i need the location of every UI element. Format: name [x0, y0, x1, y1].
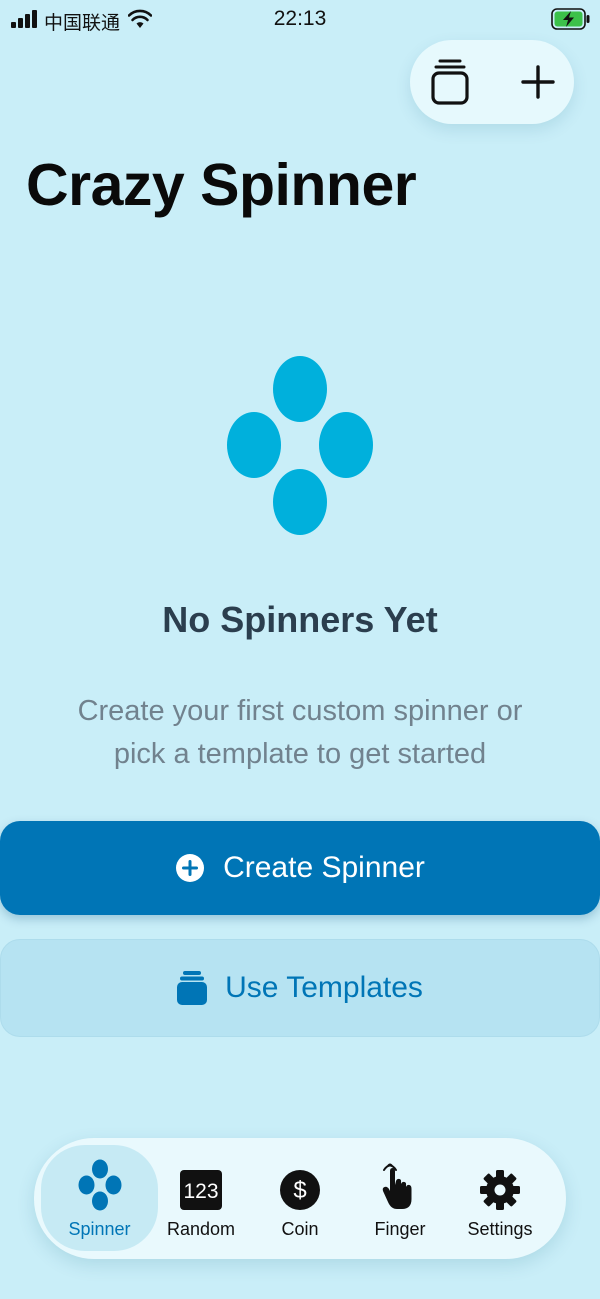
- use-templates-button[interactable]: Use Templates: [0, 939, 600, 1037]
- random-icon-text: 123: [183, 1180, 218, 1203]
- plus-icon: [521, 65, 555, 99]
- empty-state-description: Create your first custom spinner or pick…: [60, 690, 540, 776]
- plus-circle-icon: [175, 853, 205, 883]
- stack-icon: [431, 59, 469, 105]
- hand-tap-icon: [370, 1159, 430, 1211]
- add-spinner-button[interactable]: [513, 57, 563, 107]
- create-spinner-button[interactable]: Create Spinner: [0, 821, 600, 915]
- templates-button[interactable]: [425, 57, 475, 107]
- stack-icon: [177, 970, 208, 1006]
- spinner-logo-icon: [227, 356, 373, 535]
- page-title: Crazy Spinner: [26, 152, 417, 218]
- battery-charging-icon: [551, 8, 590, 30]
- coin-icon-text: $: [293, 1177, 306, 1204]
- empty-state-heading: No Spinners Yet: [162, 599, 438, 640]
- tab-random[interactable]: 123 Random: [149, 1145, 253, 1251]
- tab-finger[interactable]: Finger: [348, 1145, 452, 1251]
- create-spinner-label: Create Spinner: [223, 851, 425, 884]
- tab-coin[interactable]: $ Coin: [248, 1145, 352, 1251]
- tab-label-coin: Coin: [281, 1219, 319, 1239]
- bottom-tab-bar: Spinner 123 Random $ Coin Finger Setting…: [34, 1138, 566, 1259]
- status-bar: 中国联通 22:13: [0, 0, 600, 40]
- tab-spinner[interactable]: Spinner: [41, 1145, 158, 1251]
- top-action-bar: [410, 40, 574, 124]
- tab-label-random: Random: [166, 1219, 236, 1239]
- gear-icon: [470, 1159, 530, 1211]
- clock-time: 22:13: [273, 7, 327, 30]
- use-templates-label: Use Templates: [225, 971, 423, 1004]
- tab-label-finger: Finger: [374, 1219, 426, 1239]
- tab-label-spinner: Spinner: [68, 1219, 131, 1239]
- dollar-coin-icon: $: [270, 1159, 330, 1211]
- description-line-2: pick a template to get started: [113, 738, 487, 770]
- tab-settings[interactable]: Settings: [448, 1145, 552, 1251]
- spinner-icon: [70, 1159, 130, 1211]
- description-line-1: Create your first custom spinner or: [77, 695, 523, 727]
- dice-123-icon: 123: [171, 1159, 231, 1211]
- tab-label-settings: Settings: [467, 1219, 533, 1239]
